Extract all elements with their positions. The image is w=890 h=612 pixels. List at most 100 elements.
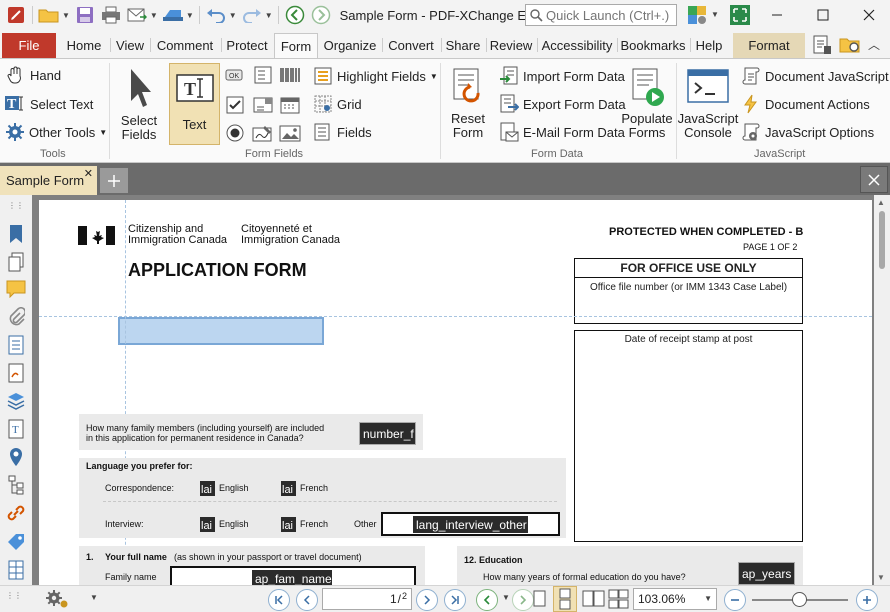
interview-other-field[interactable]: lang_interview_other <box>413 516 528 533</box>
back-view-button[interactable] <box>476 589 498 611</box>
scrollbar-thumb[interactable] <box>879 211 885 269</box>
save-icon[interactable] <box>73 3 97 27</box>
redo-icon[interactable] <box>240 3 264 27</box>
document-tab[interactable]: Sample Form ✕ <box>0 166 97 195</box>
scroll-down-icon[interactable]: ▼ <box>877 573 885 582</box>
tab-organize[interactable]: Organize <box>322 33 378 58</box>
folder-search-icon[interactable] <box>838 33 862 57</box>
open-folder-icon[interactable] <box>37 3 61 27</box>
tags-icon[interactable] <box>4 530 28 554</box>
correspondence-english-checkbox[interactable]: lai <box>200 481 215 496</box>
document-javascript-button[interactable]: Document JavaScript <box>741 66 889 86</box>
import-form-data-button[interactable]: Import Form Data <box>499 66 625 86</box>
chevron-down-icon[interactable]: ▼ <box>265 11 273 20</box>
comments-icon[interactable] <box>4 277 28 301</box>
javascript-console-button[interactable]: JavaScript Console <box>678 67 738 140</box>
bookmarks-icon[interactable] <box>4 222 28 246</box>
quick-launch-input[interactable] <box>546 7 674 23</box>
collapse-sidebar-icon[interactable]: ⋮⋮ <box>4 200 28 210</box>
email-icon[interactable] <box>125 3 149 27</box>
interview-english-checkbox[interactable]: lai <box>200 517 215 532</box>
tab-protect[interactable]: Protect <box>224 33 270 58</box>
chevron-down-icon[interactable]: ▼ <box>704 594 712 603</box>
structure-icon[interactable] <box>4 473 28 497</box>
education-years-field[interactable]: ap_years <box>738 562 795 585</box>
chevron-down-icon[interactable]: ▼ <box>711 10 719 19</box>
button-field-icon[interactable]: OK <box>225 68 243 85</box>
customize-icon[interactable] <box>685 3 709 27</box>
tab-file[interactable]: File <box>2 33 56 58</box>
maximize-button[interactable] <box>800 0 846 30</box>
new-tab-button[interactable] <box>100 168 128 193</box>
scan-icon[interactable] <box>161 3 185 27</box>
date-field-icon[interactable] <box>279 95 301 118</box>
back-icon[interactable] <box>283 3 307 27</box>
zoom-out-button[interactable] <box>724 589 746 611</box>
chevron-down-icon[interactable]: ▼ <box>186 11 194 20</box>
tab-form[interactable]: Form <box>274 33 318 58</box>
destinations-icon[interactable] <box>4 445 28 469</box>
facing-pages-icon[interactable] <box>582 589 606 612</box>
image-field-icon[interactable] <box>279 123 301 146</box>
signatures-icon[interactable] <box>4 361 28 385</box>
interview-french-checkbox[interactable]: lai <box>281 517 296 532</box>
fullscreen-icon[interactable] <box>728 3 752 27</box>
undo-icon[interactable] <box>204 3 228 27</box>
pdf-page[interactable]: Citizenship and Immigration Canada Citoy… <box>39 200 872 585</box>
collapse-ribbon-icon[interactable]: ︿ <box>868 36 880 53</box>
tab-share[interactable]: Share <box>444 33 482 58</box>
tab-convert[interactable]: Convert <box>385 33 437 58</box>
status-bar-grip-icon[interactable]: ⋮⋮ <box>6 591 22 600</box>
reset-form-button[interactable]: Reset Form <box>445 67 491 140</box>
tab-review[interactable]: Review <box>489 33 533 58</box>
grid-button[interactable]: Grid <box>313 94 362 114</box>
app-logo-icon[interactable] <box>4 3 28 27</box>
close-document-button[interactable] <box>860 166 888 193</box>
document-properties-icon[interactable] <box>810 33 834 57</box>
select-fields-button[interactable]: Select Fields <box>118 67 160 142</box>
quick-launch[interactable] <box>525 4 677 26</box>
select-text-tool-button[interactable]: T Select Text <box>4 94 93 114</box>
tab-view[interactable]: View <box>113 33 147 58</box>
email-form-data-button[interactable]: E-Mail Form Data <box>499 122 625 142</box>
chevron-down-icon[interactable]: ▼ <box>150 11 158 20</box>
combo-box-field-icon[interactable] <box>253 95 273 118</box>
zoom-in-button[interactable] <box>856 589 878 611</box>
next-page-button[interactable] <box>416 589 438 611</box>
vertical-scrollbar[interactable]: ▲ ▼ <box>874 195 890 585</box>
zoom-slider-handle[interactable] <box>792 592 807 607</box>
continuous-facing-icon[interactable] <box>608 589 630 612</box>
zoom-level-input[interactable]: 103.06% ▼ <box>633 588 717 610</box>
close-button[interactable] <box>846 0 890 30</box>
chevron-down-icon[interactable]: ▼ <box>229 11 237 20</box>
signature-field-icon[interactable] <box>252 123 274 146</box>
tab-help[interactable]: Help <box>693 33 725 58</box>
tab-format[interactable]: Format <box>733 33 805 58</box>
minimize-button[interactable] <box>754 0 800 30</box>
fields-button[interactable]: Fields <box>313 122 372 142</box>
scroll-up-icon[interactable]: ▲ <box>877 198 885 207</box>
list-box-field-icon[interactable] <box>253 65 273 88</box>
populate-forms-button[interactable]: Populate Forms <box>620 67 674 140</box>
javascript-options-button[interactable]: JavaScript Options <box>741 122 874 142</box>
family-name-field[interactable]: ap_fam_name <box>252 570 332 585</box>
attachments-icon[interactable] <box>4 305 28 329</box>
tab-bookmarks[interactable]: Bookmarks <box>620 33 686 58</box>
document-view[interactable]: Citizenship and Immigration Canada Citoy… <box>32 195 890 585</box>
single-page-icon[interactable] <box>530 589 548 612</box>
articles-icon[interactable]: T <box>4 417 28 441</box>
close-tab-icon[interactable]: ✕ <box>84 167 93 180</box>
links-icon[interactable] <box>4 501 28 525</box>
tab-home[interactable]: Home <box>62 33 106 58</box>
chevron-down-icon[interactable]: ▼ <box>502 593 510 602</box>
forward-icon[interactable] <box>309 3 333 27</box>
first-page-button[interactable] <box>268 589 290 611</box>
document-properties-panel-icon[interactable] <box>4 333 28 357</box>
correspondence-french-checkbox[interactable]: lai <box>281 481 296 496</box>
settings-gear-icon[interactable] <box>44 588 70 612</box>
continuous-page-button[interactable] <box>553 586 577 612</box>
selected-form-field[interactable] <box>118 317 324 345</box>
other-tools-button[interactable]: Other Tools ▼ <box>5 122 107 142</box>
tab-comment[interactable]: Comment <box>153 33 217 58</box>
layers-icon[interactable] <box>4 389 28 413</box>
